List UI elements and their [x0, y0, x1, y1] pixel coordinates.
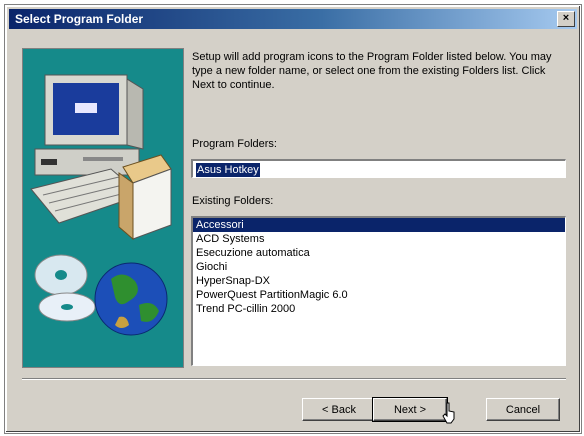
cancel-button[interactable]: Cancel [486, 398, 560, 421]
setup-artwork [22, 48, 184, 368]
folder-item-hypersnap-dx[interactable]: HyperSnap-DX [193, 274, 565, 288]
folder-item-partitionmagic[interactable]: PowerQuest PartitionMagic 6.0 [193, 288, 565, 302]
close-button[interactable]: × [557, 11, 575, 27]
folder-item-accessori[interactable]: Accessori [193, 218, 565, 232]
instructions-text: Setup will add program icons to the Prog… [192, 51, 552, 91]
folder-item-acd-systems[interactable]: ACD Systems [193, 232, 565, 246]
button-separator [22, 378, 566, 380]
folder-item-giochi[interactable]: Giochi [193, 260, 565, 274]
existing-folders-list[interactable]: Accessori ACD Systems Esecuzione automat… [191, 216, 566, 366]
mouse-cursor-icon [442, 402, 455, 424]
program-folders-label: Program Folders: [192, 138, 277, 150]
back-button[interactable]: < Back [302, 398, 376, 421]
folder-item-esecuzione-automatica[interactable]: Esecuzione automatica [193, 246, 565, 260]
next-button[interactable]: Next > [372, 397, 448, 422]
computer-globe-illustration [30, 74, 172, 336]
existing-folders-label: Existing Folders: [192, 195, 274, 207]
program-folder-value: Asus Hotkey [196, 163, 260, 177]
program-folder-input[interactable]: Asus Hotkey [191, 159, 566, 178]
dialog-title: Select Program Folder [15, 12, 144, 26]
title-bar[interactable]: Select Program Folder × [9, 9, 577, 29]
folder-item-pc-cillin[interactable]: Trend PC-cillin 2000 [193, 302, 565, 316]
